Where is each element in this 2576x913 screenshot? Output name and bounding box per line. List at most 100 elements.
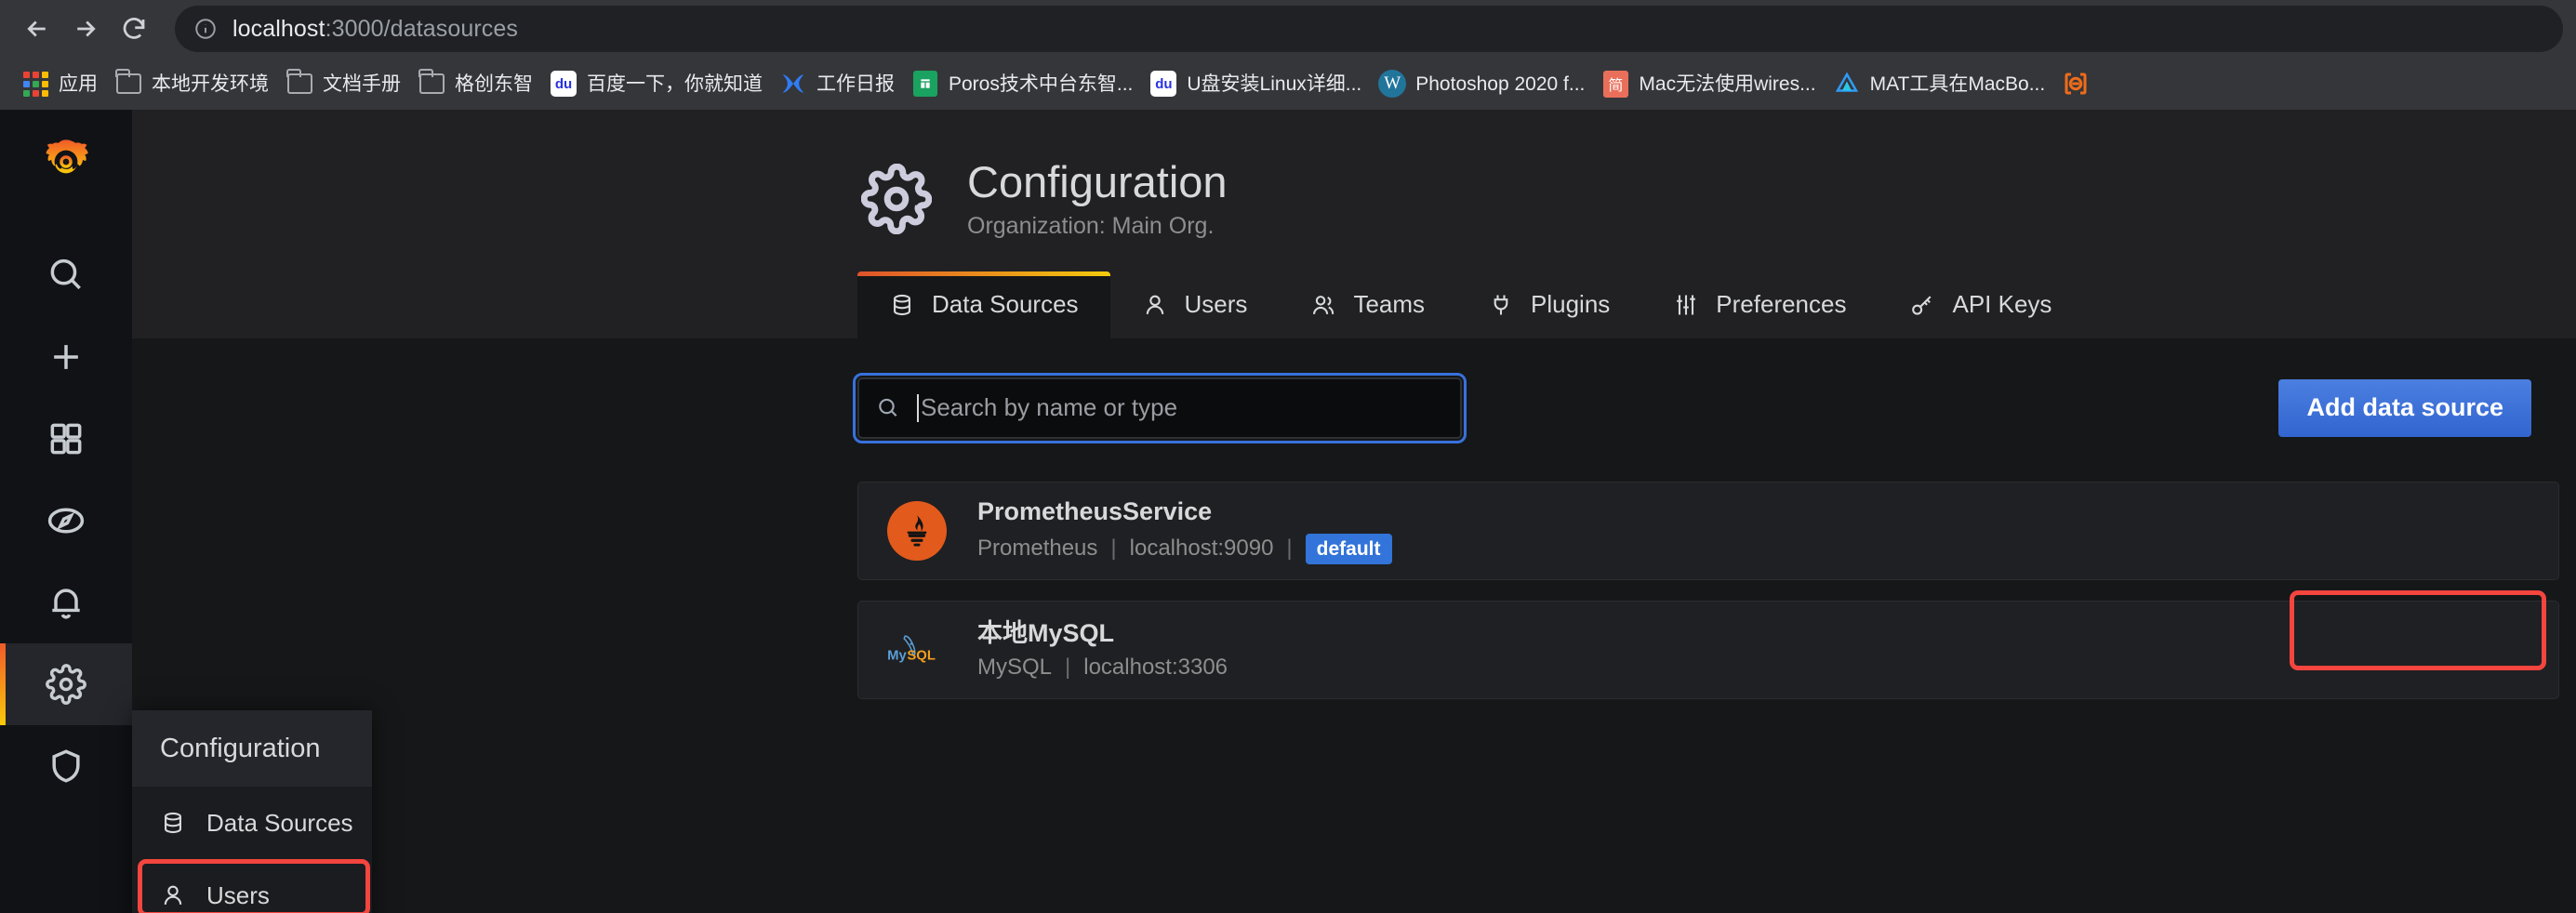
grafana-app: Configuration Data Sources Users Configu… [0,110,2576,913]
sheets-icon [911,70,939,98]
tab-teams[interactable]: Teams [1279,271,1456,338]
folder-icon [285,69,313,98]
folder-icon [418,69,445,98]
sidebar-item-create[interactable] [0,316,132,398]
flyout-item-users[interactable]: Users [132,859,372,913]
body-inner: Search by name or type Add data source P… [132,338,2576,699]
datasource-type: Prometheus [977,536,1098,562]
apps-grid-icon [21,70,49,98]
browser-chrome: localhost:3000/datasources 应用 本地开发环境 文档手… [0,0,2576,110]
text-caret [917,393,919,422]
datasource-info: 本地MySQL MySQL | localhost:3306 [977,618,1228,681]
configuration-flyout-menu: Configuration Data Sources Users [132,710,372,913]
sidebar-item-search[interactable] [0,234,132,316]
bookmark-gechuang[interactable]: 格创东智 [409,64,541,103]
search-placeholder: Search by name or type [921,393,1178,422]
bookmark-poros[interactable]: Poros技术中台东智... [903,64,1141,103]
meta-separator: | [1065,655,1071,681]
sidebar-item-alerting[interactable] [0,562,132,643]
grid-icon [50,423,82,455]
bookmark-label: MAT工具在MacBo... [1869,73,2046,95]
tab-preferences[interactable]: Preferences [1641,271,1878,338]
reload-icon [123,18,145,39]
datasource-url: localhost:3306 [1083,655,1228,681]
add-data-source-button[interactable]: Add data source [2278,378,2531,437]
user-icon [1142,292,1172,318]
forward-button[interactable] [61,5,110,53]
sidebar-item-explore[interactable] [0,480,132,562]
info-circle-icon[interactable] [192,15,219,43]
sidebar-rail [0,110,132,913]
bookmarks-bar: 应用 本地开发环境 文档手册 格创东智 du 百度一下，你就知道 工作日报 Po… [0,58,2576,110]
datasource-row-mysql[interactable]: My SQL 本地MySQL MySQL | localhost:3306 [857,600,2559,699]
wordpress-icon: W [1378,70,1407,98]
datasource-info: PrometheusService Prometheus | localhost… [977,496,1392,564]
bookmark-label: 格创东智 [455,73,533,95]
url-text: localhost:3000/datasources [232,16,518,43]
tab-plugins[interactable]: Plugins [1456,271,1641,338]
plus-icon [54,345,78,369]
bookmark-label: 百度一下，你就知道 [587,73,763,95]
bookmark-label: 应用 [59,73,98,95]
compass-icon [47,508,85,534]
bookmark-work-report[interactable]: 工作日报 [771,64,903,103]
tab-data-sources[interactable]: Data Sources [857,271,1110,338]
back-button[interactable] [13,5,61,53]
key-icon [1909,292,1939,318]
users-icon [1310,292,1340,318]
grafana-logo-icon[interactable] [0,110,132,214]
meta-separator: | [1110,536,1117,562]
flyout-item-label: Users [206,880,270,909]
bookmark-docs[interactable]: 文档手册 [277,64,409,103]
database-icon [889,292,919,318]
datasource-meta: Prometheus | localhost:9090 | default [977,533,1392,564]
orange-bracket-icon [2062,70,2090,98]
bookmark-extension[interactable] [2053,64,2107,103]
browser-toolbar: localhost:3000/datasources [0,0,2576,58]
search-input[interactable]: Search by name or type [853,372,1467,443]
bookmark-apps[interactable]: 应用 [13,64,106,103]
bookmark-label: U盘安装Linux详细... [1187,73,1362,95]
tab-label: API Keys [1952,290,2052,319]
bookmark-usb-linux[interactable]: du U盘安装Linux详细... [1141,64,1370,103]
bookmark-wireshark[interactable]: 简 Mac无法使用wires... [1593,64,1824,103]
user-icon [160,882,192,908]
page-title: Configuration [967,157,1228,206]
bell-icon [52,589,80,619]
tab-label: Users [1184,290,1248,319]
search-icon [876,396,904,420]
svg-text:My: My [887,648,907,663]
bookmark-label: 工作日报 [817,73,895,95]
bookmark-mat-tool[interactable]: MAT工具在MacBo... [1825,64,2054,103]
prometheus-logo-icon [884,498,949,563]
search-icon [50,258,81,290]
flyout-item-data-sources[interactable]: Data Sources [132,787,372,859]
sidebar-item-server-admin[interactable] [0,725,132,807]
bookmark-local-dev[interactable]: 本地开发环境 [106,64,277,103]
action-row: Search by name or type Add data source [132,372,2576,443]
flyout-title: Configuration [132,710,372,787]
baidu-icon: du [1149,70,1177,98]
mysql-logo-icon: My SQL [884,617,949,682]
datasource-row-prometheus[interactable]: PrometheusService Prometheus | localhost… [857,481,2559,580]
sidebar-item-configuration[interactable] [0,643,132,725]
swoosh-icon [779,70,807,98]
gear-icon [857,160,936,238]
url-path: :3000/datasources [325,15,518,42]
gear-icon [46,664,86,705]
tab-users[interactable]: Users [1110,271,1280,338]
folder-icon [114,69,142,98]
plug-icon [1488,292,1518,318]
database-icon [160,810,192,836]
sliders-icon [1673,292,1703,318]
bookmark-label: 本地开发环境 [152,73,269,95]
bookmark-baidu[interactable]: du 百度一下，你就知道 [541,64,771,103]
sidebar-item-dashboards[interactable] [0,398,132,480]
address-bar[interactable]: localhost:3000/datasources [175,6,2563,52]
datasource-url: localhost:9090 [1129,536,1274,562]
datasources-body: Search by name or type Add data source P… [132,337,2576,913]
baidu-icon: du [550,70,578,98]
reload-button[interactable] [110,5,158,53]
bookmark-photoshop[interactable]: W Photoshop 2020 f... [1370,64,1593,103]
tab-api-keys[interactable]: API Keys [1878,271,2083,338]
